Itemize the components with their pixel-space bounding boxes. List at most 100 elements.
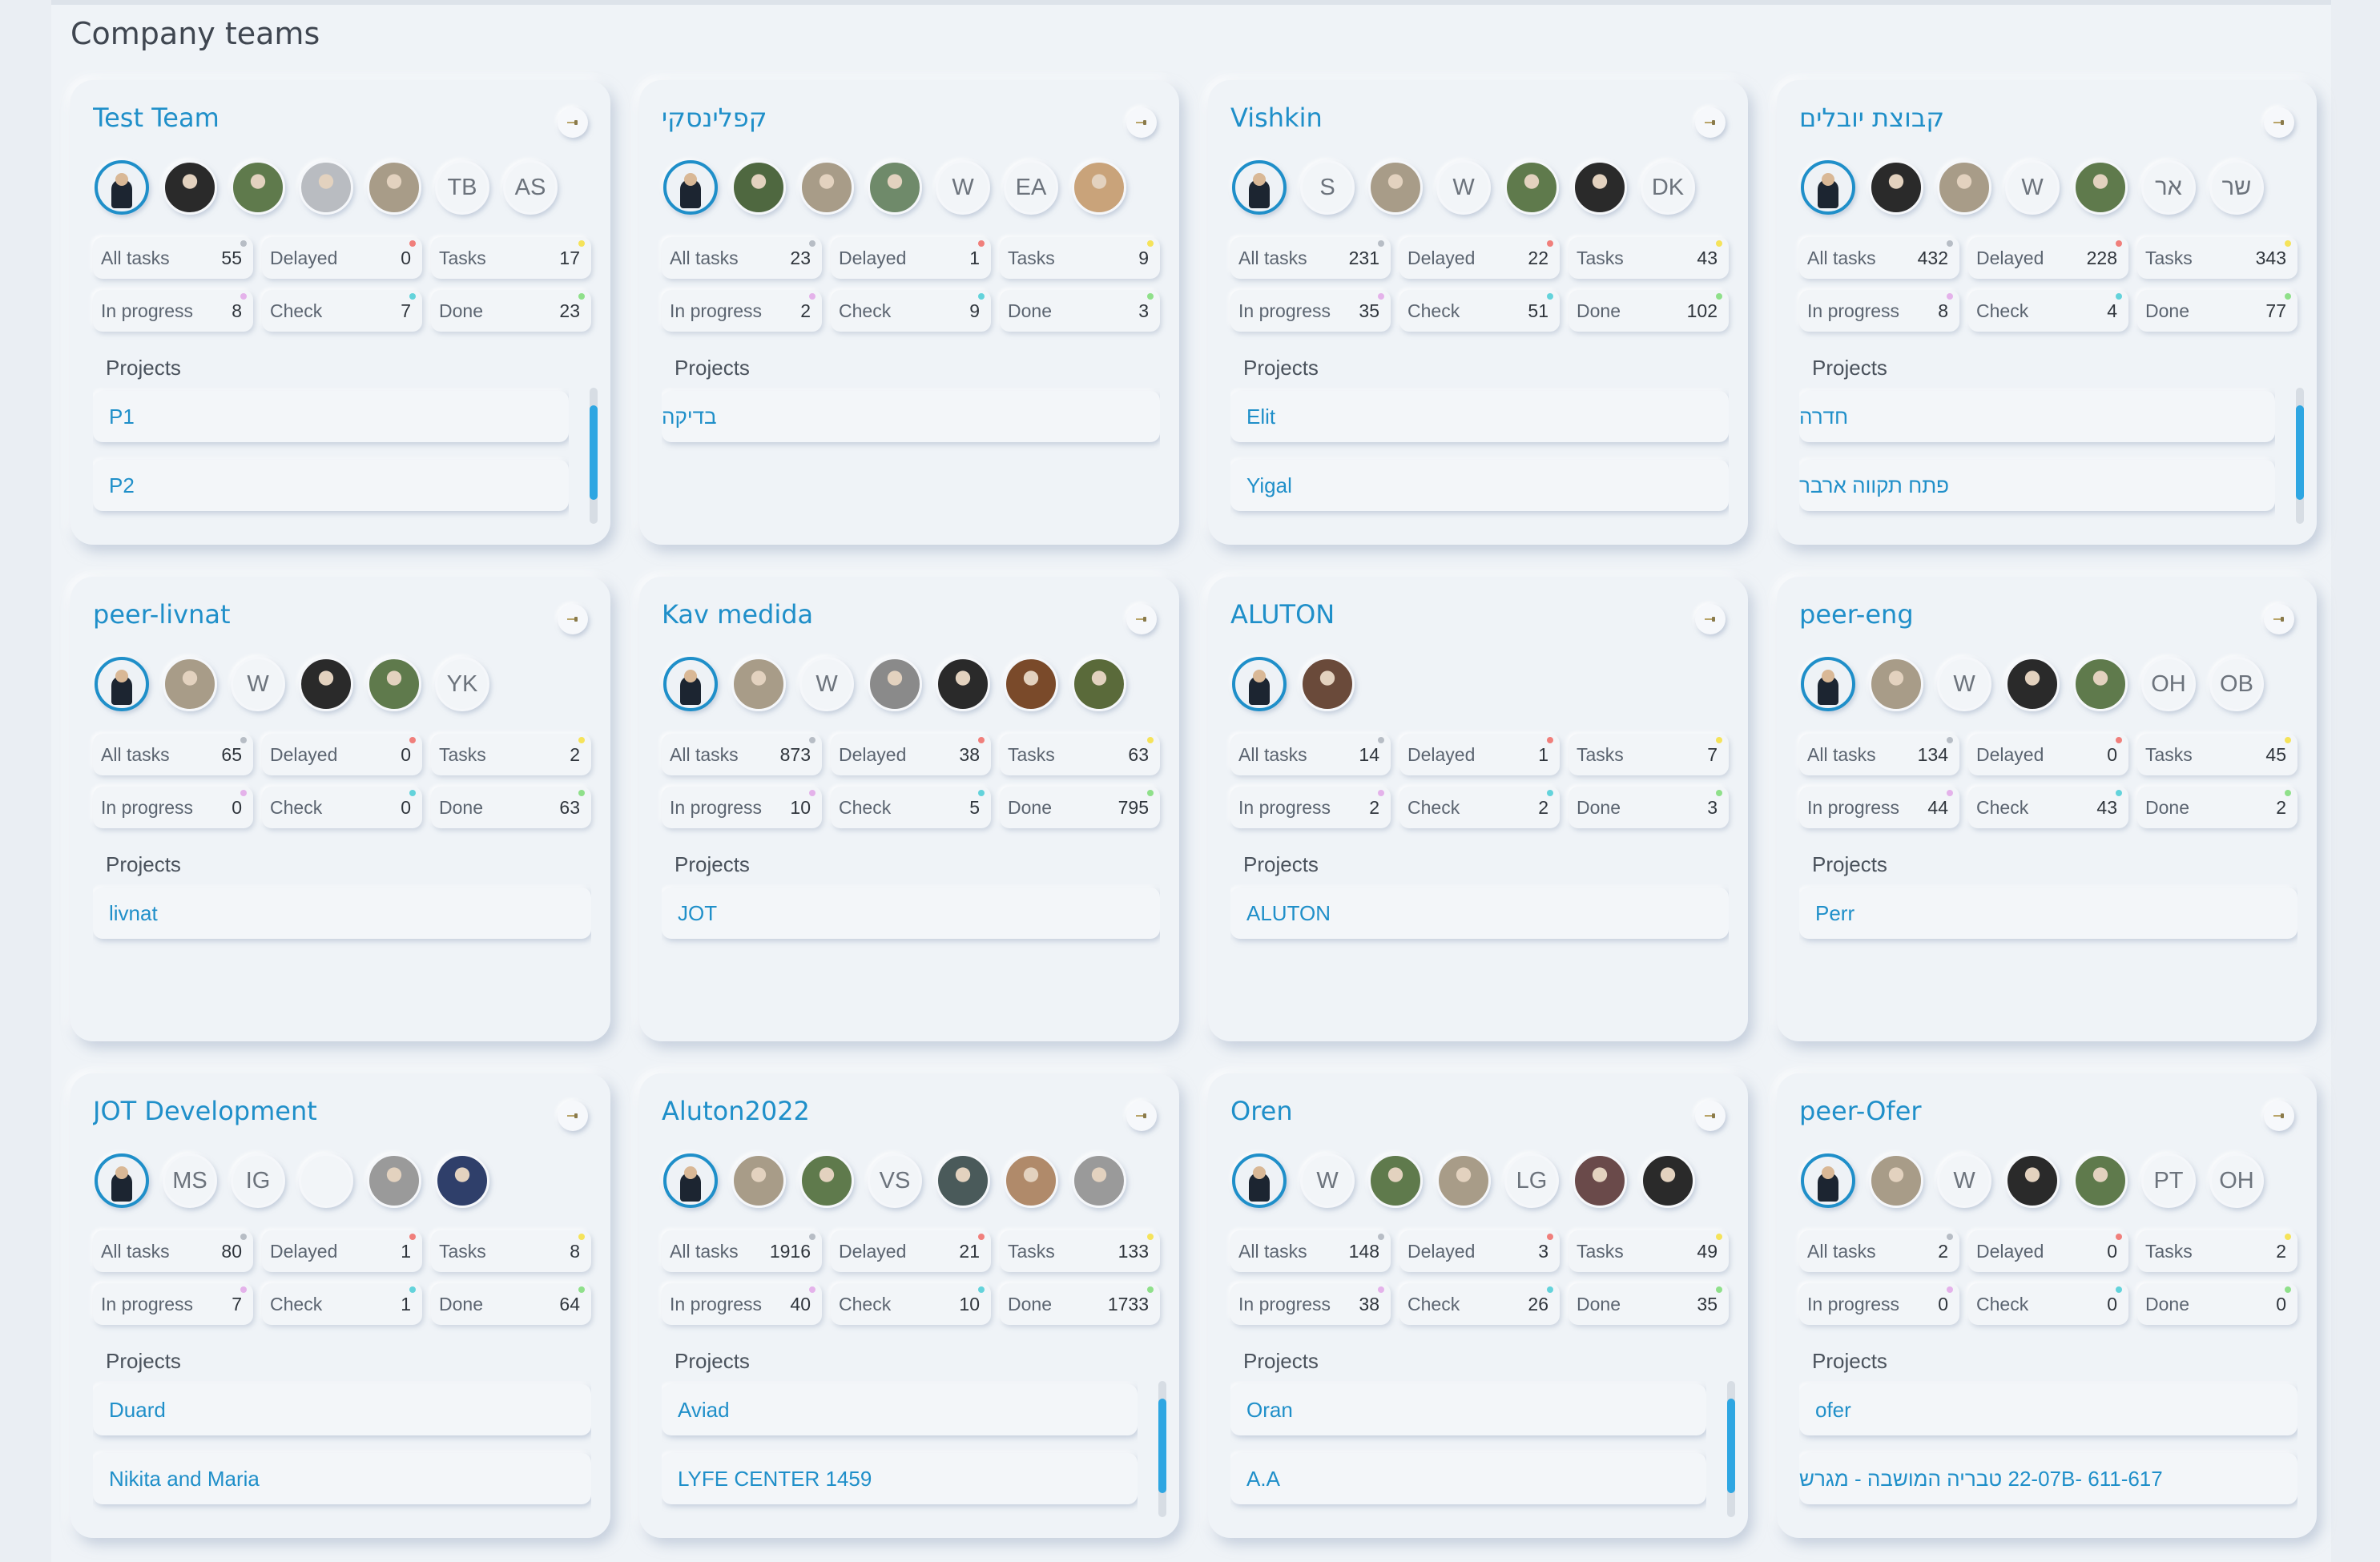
member-avatar[interactable] [663,1153,718,1208]
stat-done[interactable]: Done 0 [2137,1283,2297,1325]
member-avatar[interactable] [868,160,922,215]
projects-scrollbar[interactable] [590,388,598,524]
stat-delayed[interactable]: Delayed 0 [1968,734,2128,775]
stat-done[interactable]: Done 64 [431,1283,591,1325]
project-item[interactable]: Nikita and Maria [93,1453,591,1504]
team-name[interactable]: peer-livnat [93,599,542,630]
pin-button[interactable] [2264,1101,2294,1131]
member-avatar[interactable] [799,1153,854,1208]
stat-done[interactable]: Done 3 [1569,787,1729,828]
member-avatar[interactable]: אר [2141,160,2196,215]
team-name[interactable]: peer-Ofer [1799,1096,2248,1126]
pin-button[interactable] [1695,1101,1726,1131]
member-avatar[interactable] [95,160,149,215]
member-avatar[interactable] [1072,657,1126,711]
stat-delayed[interactable]: Delayed 0 [262,734,422,775]
stat-all-tasks[interactable]: All tasks 65 [93,734,253,775]
member-avatar[interactable]: OH [2209,1153,2264,1208]
member-avatar[interactable] [936,1153,990,1208]
team-name[interactable]: Vishkin [1230,103,1679,133]
member-avatar[interactable] [2073,1153,2128,1208]
team-card[interactable]: peer-livnat W YK All tasks 65 Delayed 0 Tasks 2 I… [70,577,610,1041]
scrollbar-thumb[interactable] [1727,1399,1735,1493]
member-avatar[interactable] [731,657,786,711]
member-avatar[interactable]: W [1300,1153,1355,1208]
project-item[interactable]: JOT [662,888,1160,939]
member-avatar[interactable]: IG [231,1153,285,1208]
project-item[interactable]: חדרה [1799,391,2275,442]
member-avatar[interactable]: VS [868,1153,922,1208]
project-item[interactable]: 22-07B- 611-617 טבריה המושבה - מגרש [1799,1453,2297,1504]
scrollbar-thumb[interactable] [1158,1399,1166,1493]
stat-tasks[interactable]: Tasks 7 [1569,734,1729,775]
stat-all-tasks[interactable]: All tasks 231 [1230,237,1391,279]
stat-tasks[interactable]: Tasks 45 [2137,734,2297,775]
stat-delayed[interactable]: Delayed 0 [262,237,422,279]
stat-in-progress[interactable]: In progress 44 [1799,787,1959,828]
team-name[interactable]: קבוצת יובלים [1799,103,2248,133]
pin-button[interactable] [1126,1101,1157,1131]
team-name[interactable]: Oren [1230,1096,1679,1126]
team-name[interactable]: ALUTON [1230,599,1679,630]
stat-tasks[interactable]: Tasks 8 [431,1230,591,1272]
member-avatar[interactable] [1641,1153,1695,1208]
stat-delayed[interactable]: Delayed 0 [1968,1230,2128,1272]
member-avatar[interactable] [367,657,421,711]
member-avatar[interactable] [299,657,353,711]
stat-in-progress[interactable]: In progress 0 [93,787,253,828]
project-item[interactable]: ofer [1799,1384,2297,1435]
member-avatar[interactable] [1300,657,1355,711]
member-avatar[interactable] [367,1153,421,1208]
stat-check[interactable]: Check 43 [1968,787,2128,828]
member-avatar[interactable] [1072,1153,1126,1208]
stat-delayed[interactable]: Delayed 21 [831,1230,991,1272]
member-avatar[interactable] [1869,160,1923,215]
stat-in-progress[interactable]: In progress 2 [662,290,822,332]
member-avatar[interactable] [663,657,718,711]
member-avatar[interactable] [731,160,786,215]
stat-check[interactable]: Check 26 [1399,1283,1560,1325]
stat-check[interactable]: Check 2 [1399,787,1560,828]
member-avatar[interactable] [299,1153,353,1208]
stat-all-tasks[interactable]: All tasks 80 [93,1230,253,1272]
projects-scrollbar[interactable] [1727,1381,1735,1517]
member-avatar[interactable] [2005,657,2060,711]
team-card[interactable]: Test Team TB AS All tasks 55 Delayed 0 Tasks 17 I… [70,80,610,545]
project-item[interactable]: ALUTON [1230,888,1729,939]
member-avatar[interactable] [1232,657,1287,711]
pin-button[interactable] [558,604,588,634]
team-name[interactable]: JOT Development [93,1096,542,1126]
member-avatar[interactable] [1801,657,1855,711]
stat-tasks[interactable]: Tasks 43 [1569,237,1729,279]
stat-all-tasks[interactable]: All tasks 23 [662,237,822,279]
member-avatar[interactable] [1573,1153,1627,1208]
stat-done[interactable]: Done 77 [2137,290,2297,332]
member-avatar[interactable] [95,1153,149,1208]
member-avatar[interactable]: W [231,657,285,711]
member-avatar[interactable]: W [2005,160,2060,215]
member-avatar[interactable]: OH [2141,657,2196,711]
stat-in-progress[interactable]: In progress 0 [1799,1283,1959,1325]
member-avatar[interactable]: AS [503,160,558,215]
stat-all-tasks[interactable]: All tasks 14 [1230,734,1391,775]
member-avatar[interactable]: W [936,160,990,215]
stat-check[interactable]: Check 1 [262,1283,422,1325]
team-name[interactable]: peer-eng [1799,599,2248,630]
stat-all-tasks[interactable]: All tasks 148 [1230,1230,1391,1272]
member-avatar[interactable] [1937,160,1991,215]
project-item[interactable]: Oran [1230,1384,1706,1435]
projects-scrollbar[interactable] [1158,1381,1166,1517]
project-item[interactable]: LYFE CENTER 1459 [662,1453,1138,1504]
member-avatar[interactable] [1232,160,1287,215]
stat-in-progress[interactable]: In progress 8 [1799,290,1959,332]
stat-tasks[interactable]: Tasks 17 [431,237,591,279]
stat-done[interactable]: Done 795 [1000,787,1160,828]
team-name[interactable]: Aluton2022 [662,1096,1110,1126]
member-avatar[interactable]: W [1937,657,1991,711]
pin-button[interactable] [558,1101,588,1131]
member-avatar[interactable]: W [1436,160,1491,215]
member-avatar[interactable] [1869,1153,1923,1208]
team-name[interactable]: קפלינסקי [662,103,1110,133]
member-avatar[interactable] [1368,1153,1423,1208]
member-avatar[interactable]: W [1937,1153,1991,1208]
